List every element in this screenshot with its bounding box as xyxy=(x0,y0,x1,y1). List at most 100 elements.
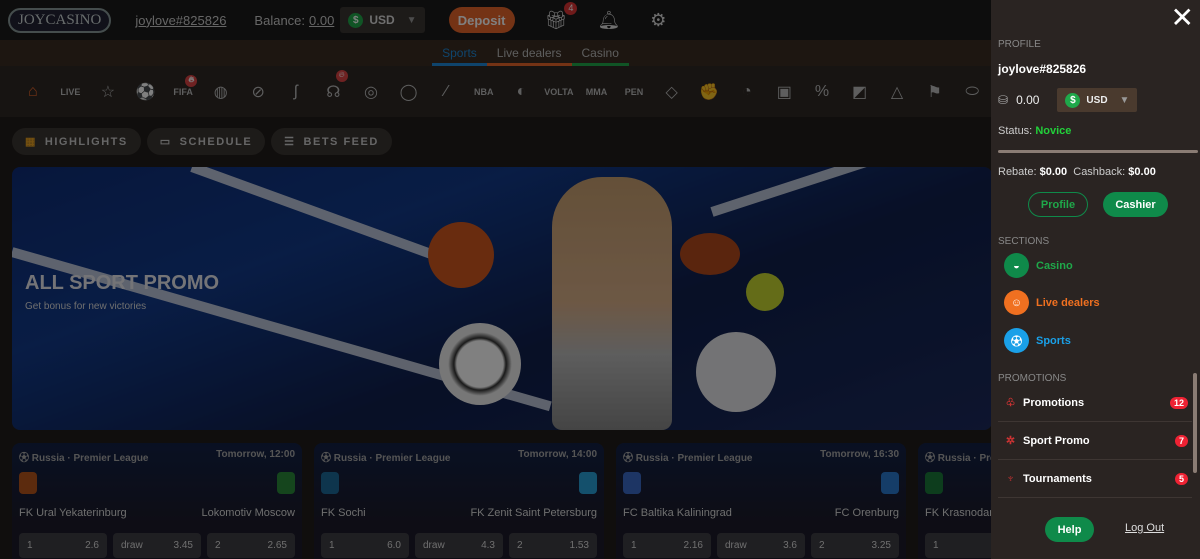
grid-icon: ▦ xyxy=(25,136,37,148)
schedule-button[interactable]: ▭ SCHEDULE xyxy=(146,128,266,155)
section-casino[interactable]: ◒ Casino xyxy=(1004,253,1073,278)
outcome-label: 1 xyxy=(631,540,637,551)
main-content: JOYCASINO joylove#825826 Balance: 0.00 $ U… xyxy=(0,0,991,559)
basketball-icon[interactable]: ◍ xyxy=(202,82,240,102)
hockey-icon[interactable]: ʃ xyxy=(277,83,315,101)
section-sports[interactable]: ⚽︎ Sports xyxy=(1004,328,1071,353)
dollar-icon: $ xyxy=(1065,92,1081,108)
panel-scrollbar[interactable] xyxy=(1193,373,1197,473)
home-team-crest xyxy=(321,472,339,494)
promo-sport-promo[interactable]: ✲ Sport Promo 7 xyxy=(998,422,1192,460)
odds-button[interactable]: 1 6.0 xyxy=(321,533,409,558)
favorites-icon[interactable]: ☆ xyxy=(89,82,127,102)
match-card[interactable]: ⚽︎ Russia · Premier League Tomorrow, 16:3… xyxy=(616,443,906,559)
esports-icon[interactable]: ☊ 🔥︎ xyxy=(315,69,353,102)
soccer-icon: ⚽︎ xyxy=(925,453,938,464)
currency-select[interactable]: $ USD ▼ xyxy=(340,7,425,33)
match-card[interactable]: ⚽︎ Russia · Premier League Tomorrow, 12:0… xyxy=(12,443,302,559)
fist-24-icon[interactable]: ✊ xyxy=(690,82,728,102)
penalty-fifa-icon[interactable]: PEN xyxy=(615,87,653,97)
racing-icon[interactable]: ⚑ xyxy=(916,82,954,102)
table-tennis-icon[interactable]: ◯ xyxy=(390,82,428,102)
odds-button[interactable]: draw 3.6 xyxy=(717,533,805,558)
snooker-icon[interactable]: △ xyxy=(878,82,916,102)
odds-button[interactable]: 1 2.16 xyxy=(623,533,711,558)
odds-button[interactable]: 2 3.25 xyxy=(811,533,899,558)
cricket-icon[interactable]: ⁄ xyxy=(427,83,465,101)
odds-button[interactable]: draw 3.45 xyxy=(113,533,201,558)
league: ⚽︎ Russia · Premier League xyxy=(925,449,991,464)
odds-value: 2.6 xyxy=(85,540,99,551)
odds-button[interactable]: 2 1.53 xyxy=(509,533,597,558)
bell-icon[interactable]: 🔔︎ xyxy=(597,10,620,31)
league-label: Russia · Premier League xyxy=(333,453,451,464)
soccer-icon: ⚽︎ xyxy=(19,453,32,464)
promo-count-badge: 7 xyxy=(1174,434,1188,447)
soccer-ball-image xyxy=(439,323,521,405)
gift-icon[interactable]: 🎁︎ 4 xyxy=(545,1,578,31)
section-live-dealers[interactable]: ☺ Live dealers xyxy=(1004,290,1100,315)
sections-heading: SECTIONS xyxy=(998,236,1050,247)
home-team-crest xyxy=(925,472,943,494)
deposit-button[interactable]: Deposit xyxy=(448,7,515,33)
gift-badge: 4 xyxy=(564,1,578,15)
promo-banner[interactable]: ALL SPORT PROMO Get bonus for new victor… xyxy=(12,167,991,430)
other-24-icon[interactable]: ◩ xyxy=(841,82,879,102)
mma-icon[interactable]: MMA xyxy=(578,87,616,97)
close-icon[interactable]: ✕ xyxy=(1171,4,1194,32)
rebate-value: $0.00 xyxy=(1039,166,1068,178)
balance-value[interactable]: 0.00 xyxy=(309,13,334,28)
profile-heading: PROFILE xyxy=(998,39,1041,50)
percent-24-icon[interactable]: % xyxy=(803,83,841,101)
odds-button[interactable]: draw 4.3 xyxy=(415,533,503,558)
fifa-icon[interactable]: FIFA 🔥︎ xyxy=(164,74,202,97)
logout-link[interactable]: Log Out xyxy=(1125,522,1164,534)
tennis-icon[interactable]: ⊘ xyxy=(239,82,277,102)
soccer-icon: ⚽︎ xyxy=(321,453,334,464)
outcome-label: 2 xyxy=(215,540,221,551)
promo-tournaments[interactable]: ♆ Tournaments 5 xyxy=(998,460,1192,498)
volta-fifa-icon[interactable]: VOLTA xyxy=(540,87,578,97)
boxing-icon[interactable]: ◇ xyxy=(653,82,691,102)
status-progress-bar xyxy=(998,150,1198,153)
highlights-button[interactable]: ▦ HIGHLIGHTS xyxy=(12,128,141,155)
tennis-ball-image xyxy=(746,273,784,311)
league-label: Russia · Premier League xyxy=(937,453,991,464)
odds-button[interactable]: 11 xyxy=(925,533,991,558)
bets-feed-button[interactable]: ☰ BETS FEED xyxy=(271,128,392,155)
football-image xyxy=(680,233,740,275)
odds-button[interactable]: 2 2.65 xyxy=(207,533,295,558)
tab-live-dealers[interactable]: Live dealers xyxy=(486,46,572,66)
username-link[interactable]: joylove#825826 xyxy=(135,13,226,28)
soccer-icon[interactable]: ⚽ xyxy=(127,82,165,102)
odds-value: 3.6 xyxy=(783,540,797,551)
odds-value: 3.45 xyxy=(173,540,193,551)
rebate-label: Rebate: xyxy=(998,166,1037,178)
cashback-value: $0.00 xyxy=(1128,166,1156,178)
league: ⚽︎ Russia · Premier League xyxy=(321,449,451,464)
joycasino-logo[interactable]: JOYCASINO xyxy=(8,7,112,33)
panel-currency-select[interactable]: $ USD ▼ xyxy=(1057,88,1138,112)
league-label: Russia · Premier League xyxy=(635,453,753,464)
handball-icon[interactable]: ◐ xyxy=(503,83,541,101)
american-football-helmet-icon[interactable]: ◔ xyxy=(728,83,766,101)
tab-casino[interactable]: Casino xyxy=(571,46,629,66)
match-card[interactable]: ⚽︎ Russia · Premier League Tomorrow, 14:0… xyxy=(314,443,604,559)
home-icon[interactable]: ⌂ xyxy=(14,83,52,101)
cashier-button[interactable]: Cashier xyxy=(1103,192,1168,217)
profile-button[interactable]: Profile xyxy=(1028,192,1088,217)
nba-2k-icon[interactable]: NBA xyxy=(465,87,503,97)
volleyball-icon[interactable]: ◎ xyxy=(352,82,390,102)
banner-streak xyxy=(710,167,991,217)
tab-sports[interactable]: Sports xyxy=(432,46,487,66)
coins-icon: ⛁ xyxy=(998,93,1009,107)
live-icon[interactable]: LIVE xyxy=(52,87,90,97)
help-button[interactable]: Help xyxy=(1045,517,1094,542)
settings-icon[interactable]: ⚙ xyxy=(650,10,666,31)
promo-promotions[interactable]: ♧ Promotions 12 xyxy=(998,384,1192,422)
rugby-icon[interactable]: ⬭ xyxy=(953,83,991,101)
odds-button[interactable]: 1 2.6 xyxy=(19,533,107,558)
panel-balance-value: 0.00 xyxy=(1016,93,1040,107)
virtual-icon[interactable]: ▣ xyxy=(766,82,804,102)
match-card[interactable]: ⚽︎ Russia · Premier League FK Krasnodar … xyxy=(918,443,991,559)
